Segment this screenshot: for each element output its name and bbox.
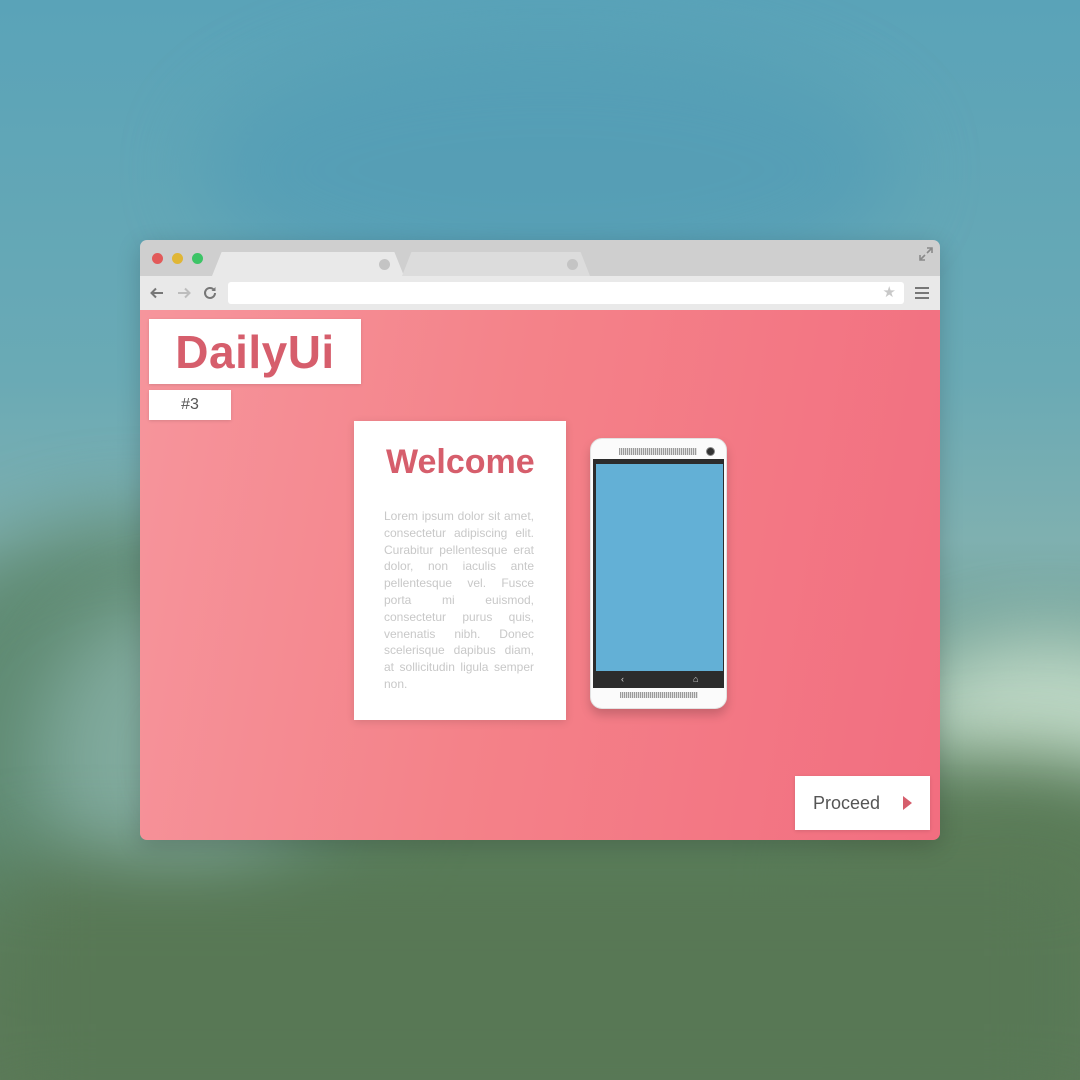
front-camera-icon: [706, 447, 715, 456]
proceed-label: Proceed: [813, 792, 881, 813]
menu-icon[interactable]: [915, 287, 929, 299]
phone-home-key-icon: ⌂: [693, 674, 699, 684]
tab-close-icon[interactable]: [379, 259, 390, 270]
back-arrow-icon[interactable]: [149, 285, 165, 301]
proceed-button[interactable]: Proceed: [795, 776, 930, 830]
reload-icon[interactable]: [202, 285, 218, 301]
phone-screen: [596, 464, 723, 671]
address-bar[interactable]: ★: [228, 282, 904, 304]
page-viewport: DailyUi #3 Welcome Lorem ipsum dolor sit…: [140, 310, 940, 840]
browser-tab-inactive[interactable]: [402, 252, 590, 276]
minimize-window-button[interactable]: [172, 253, 183, 264]
star-icon[interactable]: ★: [883, 285, 896, 301]
close-window-button[interactable]: [152, 253, 163, 264]
fullscreen-icon[interactable]: [918, 246, 934, 262]
browser-titlebar: [140, 240, 940, 276]
browser-window: ★ DailyUi #3 Welcome Lorem ipsum dolor s…: [140, 240, 940, 840]
phone-bezel: ‹ ⌂: [593, 459, 724, 688]
welcome-card: Welcome Lorem ipsum dolor sit amet, cons…: [354, 421, 566, 720]
phone-back-key-icon: ‹: [621, 674, 624, 684]
issue-number-badge: #3: [149, 390, 231, 420]
maximize-window-button[interactable]: [192, 253, 203, 264]
phone-mockup: ‹ ⌂: [590, 438, 727, 709]
play-arrow-icon: [903, 796, 912, 810]
welcome-body-text: Lorem ipsum dolor sit amet, consectetur …: [384, 509, 534, 691]
browser-toolbar: ★: [140, 276, 940, 310]
sensor-dots: [607, 450, 617, 463]
brand-title: DailyUi: [149, 319, 361, 384]
forward-arrow-icon[interactable]: [176, 285, 192, 301]
phone-bottom-speaker: [620, 692, 698, 698]
browser-tab-active[interactable]: [212, 252, 404, 276]
welcome-heading: Welcome: [386, 443, 535, 481]
phone-top-speaker: [619, 448, 697, 455]
phone-softkeys: ‹ ⌂: [593, 671, 724, 688]
tab-close-icon[interactable]: [567, 259, 578, 270]
